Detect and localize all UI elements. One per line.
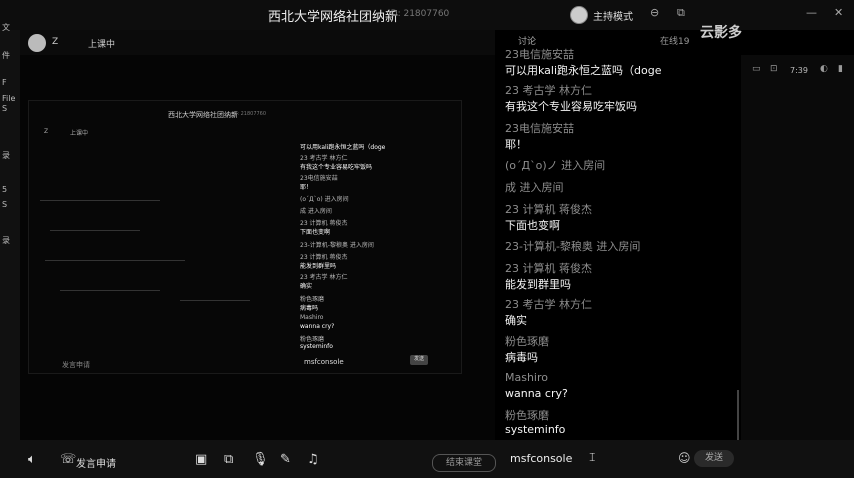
chat-system: 成 进入房间: [505, 181, 564, 194]
chat-sender: 23电信施安喆: [505, 122, 574, 135]
nested-chat-line: 耶！: [300, 184, 313, 191]
taskbar-icon: ▮: [838, 64, 843, 74]
sidebar-item: F: [2, 78, 7, 87]
chat-input[interactable]: msfconsole: [510, 452, 572, 465]
nested-chat-line: 粉色琢磨: [300, 336, 325, 343]
sidebar-item: 5: [2, 185, 8, 194]
host-avatar[interactable]: [570, 6, 588, 24]
chat-system: (o´Д`o)ノ 进入房间: [505, 159, 606, 172]
nested-chat-line: 病毒吗: [300, 305, 319, 312]
taskbar-icon: ⊡: [770, 64, 778, 74]
chat-message: 病毒吗: [505, 351, 538, 364]
chat-message: 确实: [505, 314, 527, 327]
chat-panel: 23电信施安喆 可以用kali跑永恒之蓝吗（doge 23 考古学 林方仁 有我…: [495, 44, 741, 440]
nested-chat-line: 成 进入房间: [300, 208, 332, 215]
taskbar-icon: ▭: [752, 64, 761, 74]
sidebar-item: 文: [2, 23, 10, 32]
chat-sender: 23 考古学 林方仁: [505, 84, 592, 97]
nested-chat-line: 23-计算机-黎稂奥 进入房间: [300, 242, 374, 249]
chat-sender: 23 计算机 蒋俊杰: [505, 262, 592, 275]
edit-icon[interactable]: ✎: [280, 452, 291, 467]
nested-user: Z: [44, 128, 49, 135]
nested-chat-line: systeminfo: [300, 343, 333, 350]
nested-chat-line: 23 计算机 蒋俊杰: [300, 254, 348, 261]
brand-watermark: 云影多: [700, 25, 742, 41]
close-icon[interactable]: ✕: [834, 6, 843, 19]
nested-chat-line: 有我这个专业容易吃牢饭吗: [300, 164, 373, 171]
screen-share-icon[interactable]: ⧉: [224, 452, 233, 467]
sidebar-item: 件: [2, 51, 10, 60]
nested-chat-line: 粉色琢磨: [300, 296, 325, 303]
chat-message: 可以用kali跑永恒之蓝吗（doge: [505, 64, 662, 77]
text-cursor-icon: 𝙸: [588, 450, 597, 464]
chat-sender: 粉色琢磨: [505, 409, 549, 422]
chat-system: 23-计算机-黎稂奥 进入房间: [505, 240, 641, 253]
music-icon[interactable]: ♫: [307, 452, 319, 467]
chat-sender: 粉色琢磨: [505, 335, 549, 348]
camera-off-icon[interactable]: ▣: [195, 452, 207, 467]
chat-message: 能发到群里吗: [505, 278, 571, 291]
chat-message: 下面也变啊: [505, 219, 560, 232]
chat-message: 耶！: [505, 138, 527, 151]
sidebar-item: File: [2, 94, 16, 103]
host-mode-label[interactable]: 主持模式: [593, 8, 633, 23]
restore-icon[interactable]: ⧉: [677, 6, 685, 20]
nested-input: msfconsole: [304, 358, 344, 366]
right-desktop-strip: [741, 55, 854, 440]
class-status: 上课中: [88, 40, 116, 50]
nested-chat-line: 23 考古学 林方仁: [300, 274, 348, 281]
speaker-icon[interactable]: 🔈︎: [28, 452, 36, 467]
nested-chat-line: Mashiro: [300, 314, 324, 321]
sidebar-item: 录: [2, 151, 10, 160]
window-title: 西北大学网络社团纳新: [268, 10, 399, 25]
user-name: Z: [52, 37, 59, 47]
emoji-icon[interactable]: ☺: [678, 451, 691, 465]
sidebar-item: S: [2, 200, 8, 209]
nested-chat-line: 确实: [300, 283, 313, 290]
room-id: ID: 21807760: [388, 9, 450, 19]
phone-icon[interactable]: ☏: [60, 452, 76, 467]
chat-sender: 23 考古学 林方仁: [505, 298, 592, 311]
speak-request-label[interactable]: 发言申请: [76, 455, 116, 470]
sidebar-item: S: [2, 104, 8, 113]
send-button[interactable]: 发送: [694, 450, 734, 467]
nested-status: 上课中: [70, 130, 89, 137]
chat-message: wanna cry?: [505, 387, 568, 400]
nested-screen-capture: [28, 100, 462, 374]
chat-sender: Mashiro: [505, 371, 549, 384]
minimize-circle-icon[interactable]: ⊖: [650, 6, 659, 19]
chat-sender: 23 计算机 蒋俊杰: [505, 203, 592, 216]
nested-room-id: ID: 21807760: [232, 111, 267, 117]
nested-chat-line: (o´Д`o) 进入房间: [300, 196, 349, 203]
nested-chat-line: wanna cry?: [300, 323, 335, 330]
taskbar-icon: ◐: [820, 64, 828, 74]
end-class-button[interactable]: 结束课堂: [432, 454, 496, 472]
nested-title: 西北大学网络社团纳新: [168, 111, 238, 119]
chat-message: systeminfo: [505, 423, 566, 436]
nested-chat-line: 下面也变啊: [300, 229, 331, 236]
chat-message: 有我这个专业容易吃牢饭吗: [505, 100, 637, 113]
sidebar-item: 录: [2, 236, 10, 245]
nested-speak-label: 发言申请: [62, 361, 90, 369]
microphone-icon[interactable]: 🎙︎: [252, 452, 269, 467]
nested-chat-line: 23电信施安喆: [300, 175, 338, 182]
avatar[interactable]: [28, 34, 46, 52]
minimize-icon[interactable]: —: [806, 6, 817, 19]
clock: 7:39: [790, 66, 808, 75]
nested-chat-line: 23 考古学 林方仁: [300, 155, 348, 162]
nested-chat-line: 可以用kali跑永恒之蓝吗（doge: [300, 144, 386, 151]
chat-sender: 23电信施安喆: [505, 48, 574, 61]
nested-send-button: 发送: [410, 355, 428, 365]
nested-chat-line: 23 计算机 蒋俊杰: [300, 220, 348, 227]
nested-chat-line: 能发到群里吗: [300, 263, 337, 270]
chat-scrollbar[interactable]: [737, 390, 739, 440]
